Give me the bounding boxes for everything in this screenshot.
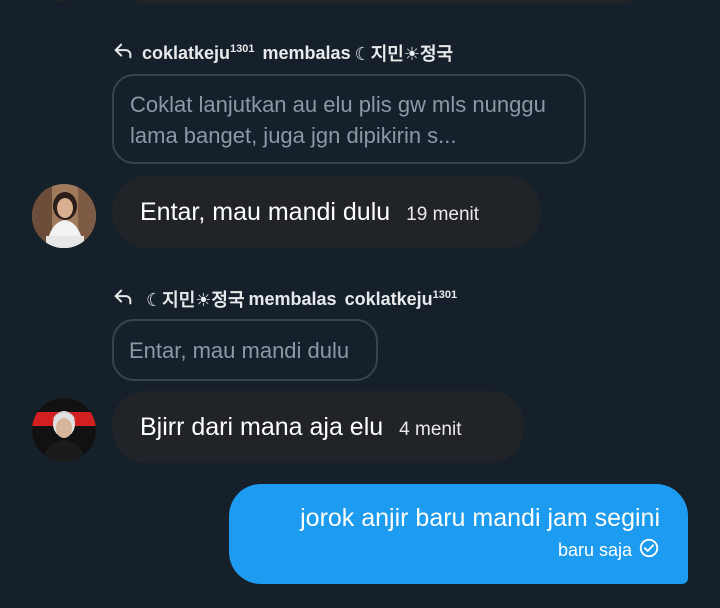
message-status: baru saja: [558, 537, 660, 564]
reply-target-sup: 1301: [432, 288, 458, 301]
reply-sender: coklatkeju: [142, 42, 231, 63]
avatar[interactable]: [32, 184, 96, 248]
message-text: jorok anjir baru mandi jam segini: [300, 504, 660, 532]
reply-target: coklatkeju: [344, 288, 433, 309]
reply-arrow-icon: [112, 286, 134, 313]
reply-sender-sup: 1301: [230, 42, 255, 55]
message-time: 4 menit: [399, 419, 462, 440]
avatar[interactable]: [32, 398, 96, 462]
message-text: Bjirr dari mana aja elu: [140, 412, 384, 441]
message-bubble[interactable]: Entar, mau mandi dulu 19 menit: [112, 176, 541, 248]
message-bubble-partial[interactable]: [130, 0, 635, 4]
message-time: 19 menit: [406, 204, 480, 225]
quoted-message[interactable]: Coklat lanjutkan au elu plis gw mls nung…: [112, 74, 586, 164]
reply-target: ☾지민☀︎정국: [354, 44, 454, 64]
quoted-message[interactable]: Entar, mau mandi dulu: [112, 319, 378, 381]
message-bubble[interactable]: Bjirr dari mana aja elu 4 menit: [112, 391, 524, 463]
reply-sender: ☾지민☀︎정국: [146, 290, 245, 310]
reply-indicator: ☾지민☀︎정국 membalas coklatkeju1301: [112, 286, 457, 312]
avatar-partial[interactable]: [42, 0, 82, 2]
message-time: baru saja: [557, 540, 632, 560]
message-text: Entar, mau mandi dulu: [140, 197, 391, 226]
reply-action: membalas: [248, 288, 337, 309]
reply-indicator: coklatkeju1301 membalas ☾지민☀︎정국: [112, 40, 453, 66]
check-circle-icon: [638, 537, 660, 564]
reply-action: membalas: [262, 42, 351, 63]
reply-arrow-icon: [112, 40, 134, 67]
own-message-bubble[interactable]: jorok anjir baru mandi jam segini baru s…: [229, 484, 688, 584]
